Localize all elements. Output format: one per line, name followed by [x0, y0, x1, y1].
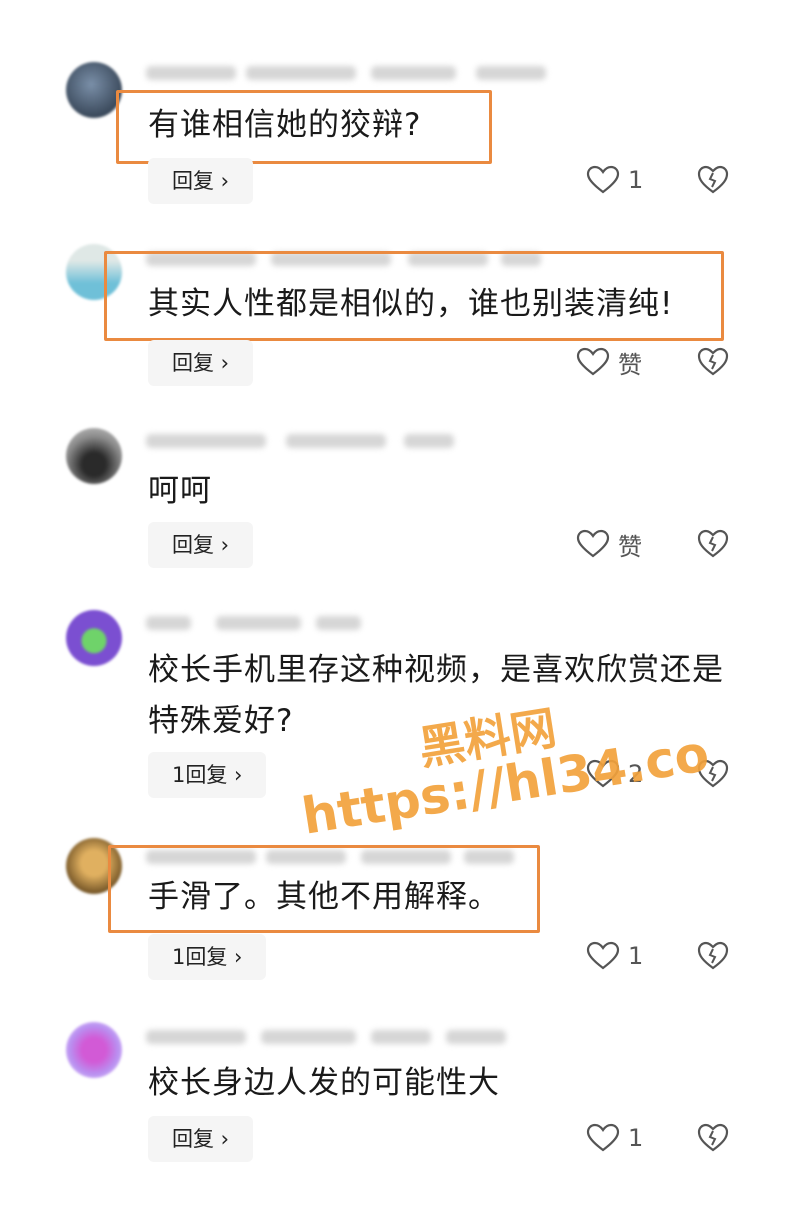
reply-button[interactable]: 回复 ›	[148, 1116, 254, 1162]
like-button[interactable]: 1	[586, 936, 643, 976]
comment-text: 手滑了。其他不用解释。	[148, 879, 500, 915]
comment-text: 校长身边人发的可能性大	[148, 1065, 500, 1101]
like-button[interactable]: 1	[586, 1118, 643, 1158]
like-count: 赞	[618, 350, 642, 379]
avatar[interactable]	[66, 62, 122, 118]
broken-heart-icon[interactable]	[696, 164, 730, 196]
heart-outline-icon	[586, 941, 620, 970]
heart-outline-icon	[586, 165, 620, 194]
heart-outline-icon	[576, 529, 610, 558]
like-count: 1	[628, 166, 644, 194]
broken-heart-icon[interactable]	[696, 528, 730, 560]
heart-outline-icon	[576, 347, 610, 376]
broken-heart-icon[interactable]	[696, 1122, 730, 1154]
comment-text-line2: 特殊爱好?	[148, 703, 294, 739]
like-button[interactable]: 赞	[576, 524, 642, 564]
like-button[interactable]: 赞	[576, 342, 642, 382]
like-button[interactable]: 1	[586, 160, 643, 200]
comment-text: 有谁相信她的狡辩?	[148, 107, 422, 143]
reply-button[interactable]: 回复 ›	[148, 340, 254, 386]
reply-button[interactable]: 回复 ›	[148, 522, 254, 568]
broken-heart-icon[interactable]	[696, 940, 730, 972]
comment-text: 校长手机里存这种视频，是喜欢欣赏还是	[148, 652, 724, 688]
avatar[interactable]	[66, 610, 122, 666]
avatar[interactable]	[66, 428, 122, 484]
heart-outline-icon	[586, 1123, 620, 1152]
avatar[interactable]	[66, 1022, 122, 1078]
comment-text: 呵呵	[148, 473, 212, 509]
broken-heart-icon[interactable]	[696, 346, 730, 378]
reply-button[interactable]: 1回复 ›	[148, 934, 267, 980]
reply-button[interactable]: 1回复 ›	[148, 752, 267, 798]
like-count: 1	[628, 942, 644, 970]
like-count: 赞	[618, 532, 642, 561]
comment-text: 其实人性都是相似的，谁也别装清纯!	[148, 286, 674, 322]
like-count: 1	[628, 1124, 644, 1152]
reply-button[interactable]: 回复 ›	[148, 158, 254, 204]
